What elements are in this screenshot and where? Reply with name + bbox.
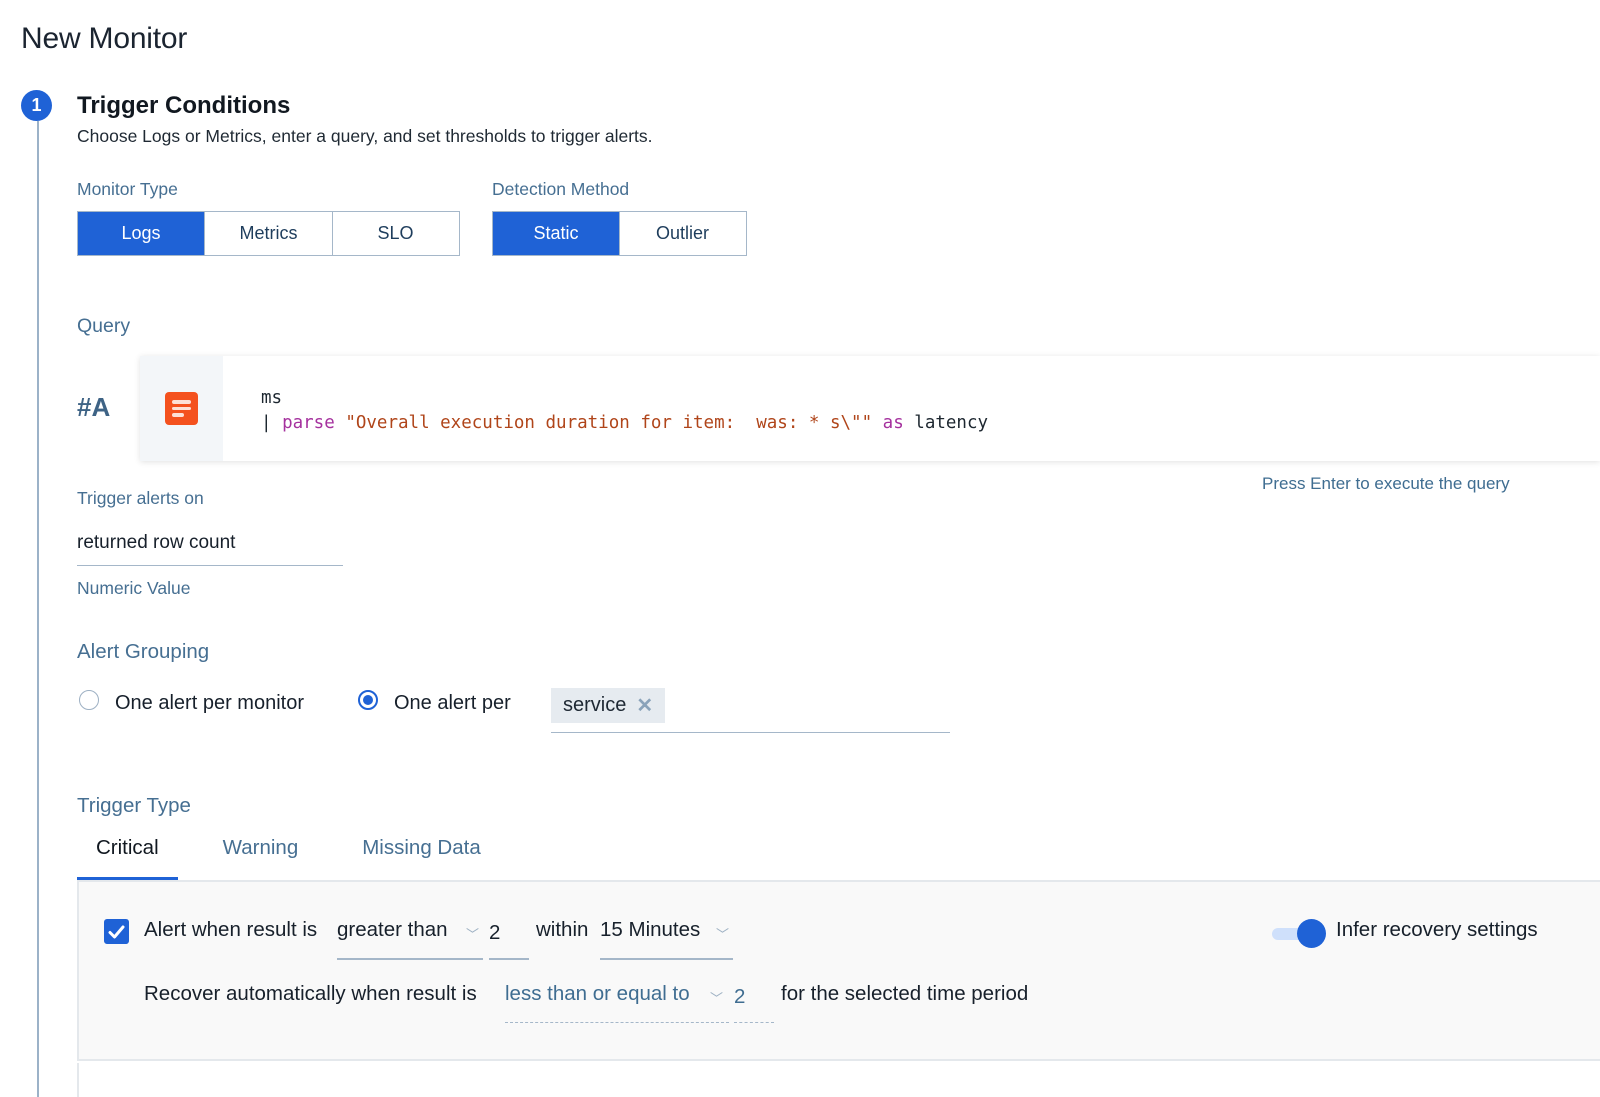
- next-panel: [77, 1063, 1600, 1097]
- query-keyword-parse: parse: [282, 413, 335, 433]
- query-line-2: | parse "Overall execution duration for …: [261, 411, 988, 436]
- recover-threshold-underline: [734, 1022, 774, 1023]
- query-keyword-as: as: [882, 413, 904, 433]
- trigger-alerts-on-helper: Numeric Value: [77, 578, 191, 598]
- section-title: Trigger Conditions: [77, 92, 291, 119]
- query-id: #A: [77, 392, 111, 422]
- step-number-badge: 1: [21, 90, 52, 121]
- detection-static-button[interactable]: Static: [493, 212, 620, 255]
- group-by-fields-input[interactable]: service ✕: [551, 688, 950, 733]
- recover-condition-prefix: Recover automatically when result is: [144, 982, 477, 1005]
- tab-critical[interactable]: Critical: [77, 830, 178, 881]
- time-window-dropdown[interactable]: 15 Minutes: [600, 918, 700, 942]
- group-field-chip: service ✕: [551, 688, 666, 723]
- recover-operator-underline: [505, 1022, 729, 1023]
- section-description: Choose Logs or Metrics, enter a query, a…: [77, 126, 653, 146]
- radio-one-alert-per-field-label[interactable]: One alert per: [394, 692, 511, 715]
- alert-condition-prefix: Alert when result is: [144, 918, 318, 941]
- alert-operator-underline: [337, 958, 483, 960]
- page-title: New Monitor: [21, 22, 188, 55]
- alert-grouping-label: Alert Grouping: [77, 640, 210, 663]
- trigger-alerts-on-field[interactable]: returned row count: [77, 532, 343, 566]
- monitor-type-selector: Logs Metrics SLO: [77, 211, 460, 256]
- tab-warning[interactable]: Warning: [204, 830, 318, 881]
- monitor-type-metrics-button[interactable]: Metrics: [205, 212, 333, 255]
- query-source-column: [140, 356, 223, 461]
- group-field-chip-label: service: [563, 694, 627, 716]
- query-editor[interactable]: ms | parse "Overall execution duration fo…: [140, 356, 1600, 461]
- monitor-type-label: Monitor Type: [77, 179, 178, 199]
- query-pipe: |: [261, 413, 283, 433]
- radio-one-alert-per-field[interactable]: [358, 690, 378, 710]
- detection-outlier-button[interactable]: Outlier: [620, 212, 745, 255]
- time-window-underline: [600, 958, 733, 960]
- remove-chip-icon[interactable]: ✕: [636, 693, 653, 718]
- within-label: within: [536, 918, 589, 941]
- tab-missing-data[interactable]: Missing Data: [343, 830, 500, 881]
- chevron-down-icon[interactable]: ﹀: [466, 924, 479, 943]
- checkmark-icon: [108, 925, 125, 938]
- chevron-down-icon[interactable]: ﹀: [710, 988, 723, 1007]
- alert-threshold-underline: [489, 958, 529, 960]
- radio-one-alert-per-monitor[interactable]: [79, 690, 99, 710]
- monitor-type-logs-button[interactable]: Logs: [78, 212, 205, 255]
- query-label: Query: [77, 315, 131, 337]
- infer-recovery-toggle-knob[interactable]: [1297, 919, 1326, 948]
- recover-operator-dropdown[interactable]: less than or equal to: [505, 982, 690, 1006]
- alert-enabled-checkbox[interactable]: [104, 919, 129, 944]
- logs-icon[interactable]: [165, 392, 198, 425]
- step-connector-line: [37, 121, 39, 1097]
- query-line-1: ms: [261, 388, 283, 408]
- infer-recovery-label: Infer recovery settings: [1336, 918, 1538, 941]
- query-hint: Press Enter to execute the query: [1262, 474, 1510, 493]
- chevron-down-icon[interactable]: ﹀: [716, 924, 729, 943]
- critical-trigger-panel: [77, 880, 1600, 1061]
- detection-method-label: Detection Method: [492, 179, 630, 199]
- trigger-type-tabs: Critical Warning Missing Data: [77, 830, 500, 881]
- query-code[interactable]: ms | parse "Overall execution duration fo…: [223, 356, 988, 461]
- trigger-alerts-on-label: Trigger alerts on: [77, 488, 204, 508]
- recover-condition-suffix: for the selected time period: [781, 982, 1029, 1005]
- trigger-type-label: Trigger Type: [77, 794, 191, 817]
- radio-one-alert-per-monitor-label[interactable]: One alert per monitor: [115, 692, 304, 715]
- detection-method-selector: Static Outlier: [492, 211, 747, 256]
- recover-threshold-input[interactable]: 2: [734, 985, 745, 1009]
- alert-operator-dropdown[interactable]: greater than: [337, 918, 448, 942]
- query-string: "Overall execution duration for item: wa…: [345, 413, 873, 433]
- query-field: latency: [914, 413, 989, 433]
- monitor-type-slo-button[interactable]: SLO: [333, 212, 458, 255]
- alert-threshold-input[interactable]: 2: [489, 921, 500, 945]
